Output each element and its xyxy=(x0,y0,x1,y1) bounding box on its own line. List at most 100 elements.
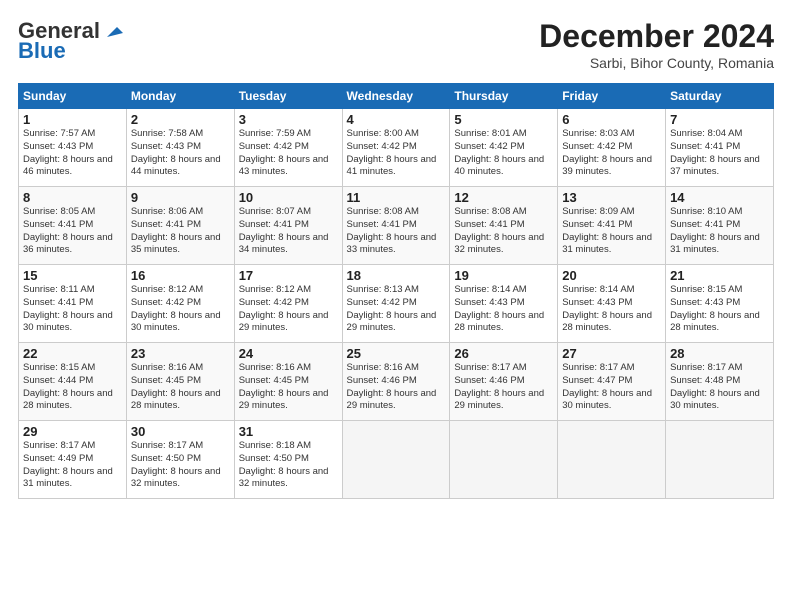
day-info: Sunrise: 8:14 AMSunset: 4:43 PMDaylight:… xyxy=(454,284,544,333)
day-info: Sunrise: 8:17 AMSunset: 4:50 PMDaylight:… xyxy=(131,440,221,489)
day-number: 30 xyxy=(131,424,230,439)
calendar-header-row: SundayMondayTuesdayWednesdayThursdayFrid… xyxy=(19,84,774,109)
day-number: 3 xyxy=(239,112,338,127)
calendar-cell: 10 Sunrise: 8:07 AMSunset: 4:41 PMDaylig… xyxy=(234,187,342,265)
calendar-week-row: 29 Sunrise: 8:17 AMSunset: 4:49 PMDaylig… xyxy=(19,421,774,499)
calendar-cell: 4 Sunrise: 8:00 AMSunset: 4:42 PMDayligh… xyxy=(342,109,450,187)
title-block: December 2024 Sarbi, Bihor County, Roman… xyxy=(539,18,774,71)
day-of-week-header: Monday xyxy=(126,84,234,109)
day-number: 18 xyxy=(347,268,446,283)
day-info: Sunrise: 8:17 AMSunset: 4:46 PMDaylight:… xyxy=(454,362,544,411)
day-number: 16 xyxy=(131,268,230,283)
calendar-cell: 17 Sunrise: 8:12 AMSunset: 4:42 PMDaylig… xyxy=(234,265,342,343)
calendar-cell: 13 Sunrise: 8:09 AMSunset: 4:41 PMDaylig… xyxy=(558,187,666,265)
day-number: 26 xyxy=(454,346,553,361)
calendar-cell: 23 Sunrise: 8:16 AMSunset: 4:45 PMDaylig… xyxy=(126,343,234,421)
day-number: 10 xyxy=(239,190,338,205)
logo: General Blue xyxy=(18,18,123,64)
day-of-week-header: Saturday xyxy=(666,84,774,109)
day-number: 2 xyxy=(131,112,230,127)
day-info: Sunrise: 8:12 AMSunset: 4:42 PMDaylight:… xyxy=(239,284,329,333)
day-number: 20 xyxy=(562,268,661,283)
day-info: Sunrise: 8:14 AMSunset: 4:43 PMDaylight:… xyxy=(562,284,652,333)
day-info: Sunrise: 8:17 AMSunset: 4:49 PMDaylight:… xyxy=(23,440,113,489)
day-of-week-header: Sunday xyxy=(19,84,127,109)
day-number: 7 xyxy=(670,112,769,127)
day-number: 23 xyxy=(131,346,230,361)
calendar-cell: 18 Sunrise: 8:13 AMSunset: 4:42 PMDaylig… xyxy=(342,265,450,343)
calendar-cell: 8 Sunrise: 8:05 AMSunset: 4:41 PMDayligh… xyxy=(19,187,127,265)
calendar-cell: 11 Sunrise: 8:08 AMSunset: 4:41 PMDaylig… xyxy=(342,187,450,265)
day-of-week-header: Friday xyxy=(558,84,666,109)
calendar-cell: 21 Sunrise: 8:15 AMSunset: 4:43 PMDaylig… xyxy=(666,265,774,343)
day-info: Sunrise: 8:10 AMSunset: 4:41 PMDaylight:… xyxy=(670,206,760,255)
day-info: Sunrise: 8:09 AMSunset: 4:41 PMDaylight:… xyxy=(562,206,652,255)
day-number: 15 xyxy=(23,268,122,283)
day-number: 28 xyxy=(670,346,769,361)
day-number: 5 xyxy=(454,112,553,127)
calendar-cell: 25 Sunrise: 8:16 AMSunset: 4:46 PMDaylig… xyxy=(342,343,450,421)
day-number: 24 xyxy=(239,346,338,361)
calendar-cell: 6 Sunrise: 8:03 AMSunset: 4:42 PMDayligh… xyxy=(558,109,666,187)
day-number: 19 xyxy=(454,268,553,283)
day-info: Sunrise: 8:17 AMSunset: 4:47 PMDaylight:… xyxy=(562,362,652,411)
calendar-cell: 19 Sunrise: 8:14 AMSunset: 4:43 PMDaylig… xyxy=(450,265,558,343)
calendar-week-row: 8 Sunrise: 8:05 AMSunset: 4:41 PMDayligh… xyxy=(19,187,774,265)
calendar-cell: 12 Sunrise: 8:08 AMSunset: 4:41 PMDaylig… xyxy=(450,187,558,265)
calendar-cell: 30 Sunrise: 8:17 AMSunset: 4:50 PMDaylig… xyxy=(126,421,234,499)
calendar-cell xyxy=(558,421,666,499)
day-number: 31 xyxy=(239,424,338,439)
logo-blue: Blue xyxy=(18,38,66,64)
calendar-cell xyxy=(342,421,450,499)
calendar-cell: 29 Sunrise: 8:17 AMSunset: 4:49 PMDaylig… xyxy=(19,421,127,499)
calendar: SundayMondayTuesdayWednesdayThursdayFrid… xyxy=(18,83,774,499)
calendar-week-row: 15 Sunrise: 8:11 AMSunset: 4:41 PMDaylig… xyxy=(19,265,774,343)
day-info: Sunrise: 8:16 AMSunset: 4:46 PMDaylight:… xyxy=(347,362,437,411)
header: General Blue December 2024 Sarbi, Bihor … xyxy=(18,18,774,71)
calendar-week-row: 22 Sunrise: 8:15 AMSunset: 4:44 PMDaylig… xyxy=(19,343,774,421)
calendar-cell: 5 Sunrise: 8:01 AMSunset: 4:42 PMDayligh… xyxy=(450,109,558,187)
day-info: Sunrise: 8:00 AMSunset: 4:42 PMDaylight:… xyxy=(347,128,437,177)
calendar-body: 1 Sunrise: 7:57 AMSunset: 4:43 PMDayligh… xyxy=(19,109,774,499)
day-number: 14 xyxy=(670,190,769,205)
day-info: Sunrise: 8:12 AMSunset: 4:42 PMDaylight:… xyxy=(131,284,221,333)
day-info: Sunrise: 7:58 AMSunset: 4:43 PMDaylight:… xyxy=(131,128,221,177)
calendar-cell: 2 Sunrise: 7:58 AMSunset: 4:43 PMDayligh… xyxy=(126,109,234,187)
day-info: Sunrise: 8:07 AMSunset: 4:41 PMDaylight:… xyxy=(239,206,329,255)
calendar-cell: 14 Sunrise: 8:10 AMSunset: 4:41 PMDaylig… xyxy=(666,187,774,265)
day-number: 11 xyxy=(347,190,446,205)
calendar-cell: 9 Sunrise: 8:06 AMSunset: 4:41 PMDayligh… xyxy=(126,187,234,265)
day-of-week-header: Thursday xyxy=(450,84,558,109)
calendar-cell: 31 Sunrise: 8:18 AMSunset: 4:50 PMDaylig… xyxy=(234,421,342,499)
day-number: 13 xyxy=(562,190,661,205)
calendar-cell: 3 Sunrise: 7:59 AMSunset: 4:42 PMDayligh… xyxy=(234,109,342,187)
month-title: December 2024 xyxy=(539,18,774,55)
day-info: Sunrise: 8:01 AMSunset: 4:42 PMDaylight:… xyxy=(454,128,544,177)
location: Sarbi, Bihor County, Romania xyxy=(539,55,774,71)
day-info: Sunrise: 7:57 AMSunset: 4:43 PMDaylight:… xyxy=(23,128,113,177)
day-of-week-header: Wednesday xyxy=(342,84,450,109)
day-info: Sunrise: 8:04 AMSunset: 4:41 PMDaylight:… xyxy=(670,128,760,177)
day-info: Sunrise: 8:17 AMSunset: 4:48 PMDaylight:… xyxy=(670,362,760,411)
calendar-cell: 27 Sunrise: 8:17 AMSunset: 4:47 PMDaylig… xyxy=(558,343,666,421)
day-info: Sunrise: 8:18 AMSunset: 4:50 PMDaylight:… xyxy=(239,440,329,489)
calendar-cell: 24 Sunrise: 8:16 AMSunset: 4:45 PMDaylig… xyxy=(234,343,342,421)
day-info: Sunrise: 8:11 AMSunset: 4:41 PMDaylight:… xyxy=(23,284,113,333)
day-info: Sunrise: 8:06 AMSunset: 4:41 PMDaylight:… xyxy=(131,206,221,255)
day-number: 4 xyxy=(347,112,446,127)
calendar-cell xyxy=(450,421,558,499)
calendar-week-row: 1 Sunrise: 7:57 AMSunset: 4:43 PMDayligh… xyxy=(19,109,774,187)
day-of-week-header: Tuesday xyxy=(234,84,342,109)
day-info: Sunrise: 8:16 AMSunset: 4:45 PMDaylight:… xyxy=(239,362,329,411)
calendar-cell: 28 Sunrise: 8:17 AMSunset: 4:48 PMDaylig… xyxy=(666,343,774,421)
day-number: 17 xyxy=(239,268,338,283)
logo-arrow-icon xyxy=(101,19,123,41)
day-number: 1 xyxy=(23,112,122,127)
day-number: 9 xyxy=(131,190,230,205)
calendar-cell: 22 Sunrise: 8:15 AMSunset: 4:44 PMDaylig… xyxy=(19,343,127,421)
day-number: 25 xyxy=(347,346,446,361)
calendar-cell: 26 Sunrise: 8:17 AMSunset: 4:46 PMDaylig… xyxy=(450,343,558,421)
day-info: Sunrise: 8:13 AMSunset: 4:42 PMDaylight:… xyxy=(347,284,437,333)
day-info: Sunrise: 8:03 AMSunset: 4:42 PMDaylight:… xyxy=(562,128,652,177)
day-info: Sunrise: 7:59 AMSunset: 4:42 PMDaylight:… xyxy=(239,128,329,177)
